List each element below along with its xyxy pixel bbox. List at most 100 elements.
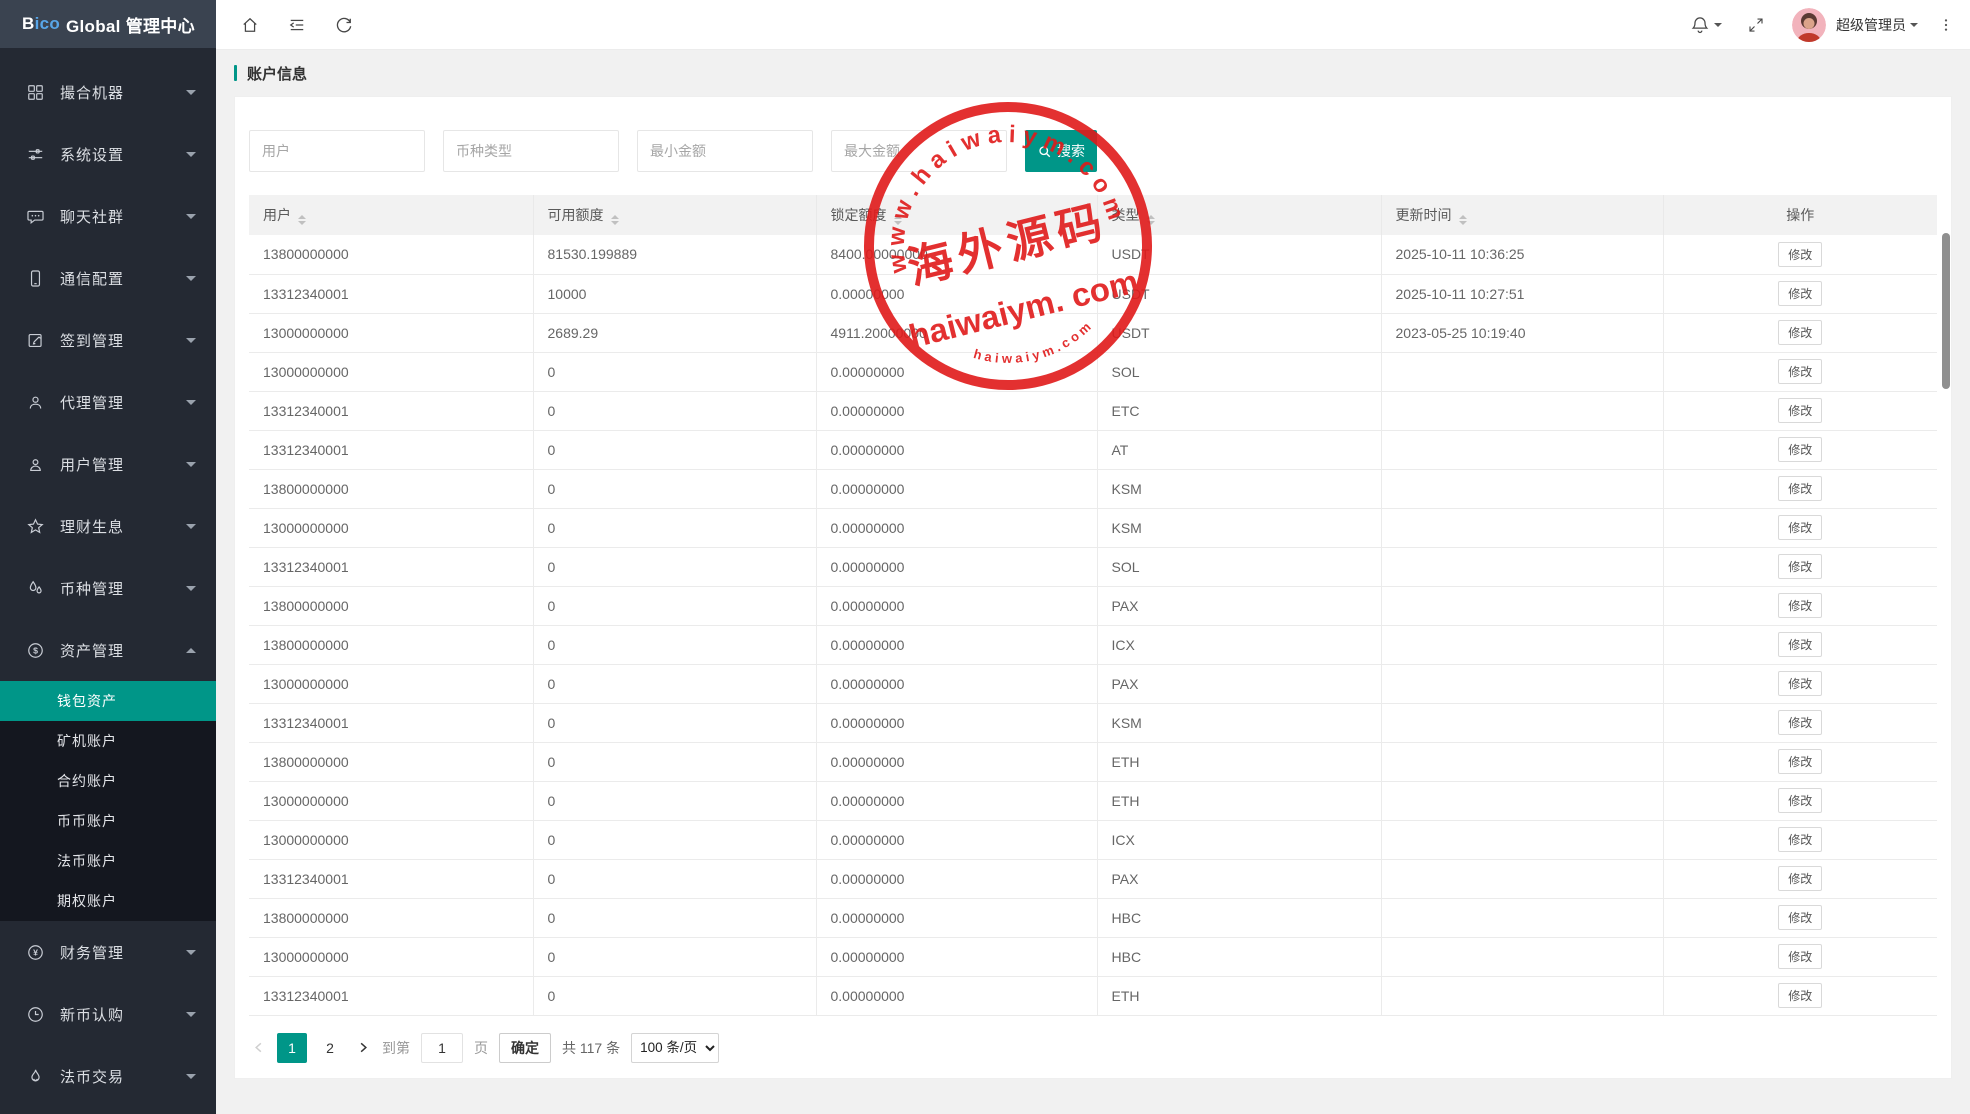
edit-button[interactable]: 修改 <box>1778 281 1822 306</box>
sidebar-item-chat[interactable]: 聊天社群 <box>0 185 216 247</box>
prev-page-icon[interactable] <box>251 1040 266 1055</box>
search-icon <box>1037 144 1052 159</box>
chevron-down-icon <box>186 214 196 219</box>
sort-icon[interactable] <box>1459 215 1467 225</box>
sidebar-item-star[interactable]: 理财生息 <box>0 495 216 557</box>
edit-button[interactable]: 修改 <box>1778 593 1822 618</box>
avatar[interactable] <box>1792 8 1826 42</box>
column-header[interactable]: 用户 <box>249 195 533 235</box>
fullscreen-icon[interactable] <box>1746 15 1766 35</box>
user-menu[interactable]: 超级管理员 <box>1836 15 1918 35</box>
edit-button[interactable]: 修改 <box>1778 671 1822 696</box>
edit-button[interactable]: 修改 <box>1778 710 1822 735</box>
edit-button[interactable]: 修改 <box>1778 515 1822 540</box>
refresh-icon[interactable] <box>334 15 354 35</box>
notifications-button[interactable] <box>1690 15 1722 35</box>
cell-type: HBC <box>1097 937 1381 976</box>
sort-icon[interactable] <box>894 215 902 225</box>
chevron-down-icon <box>186 152 196 157</box>
sort-icon[interactable] <box>298 215 306 225</box>
column-header[interactable]: 更新时间 <box>1381 195 1663 235</box>
sidebar-item-phone[interactable]: 通信配置 <box>0 247 216 309</box>
sidebar-item-yen[interactable]: 财务管理 <box>0 921 216 983</box>
edit-button[interactable]: 修改 <box>1778 242 1822 267</box>
coin-type-filter-input[interactable] <box>443 130 619 172</box>
collapse-menu-icon[interactable] <box>287 15 307 35</box>
cell-user: 13000000000 <box>249 313 533 352</box>
cell-type: AT <box>1097 430 1381 469</box>
sort-icon[interactable] <box>611 215 619 225</box>
sidebar-subitem[interactable]: 法币账户 <box>0 841 216 881</box>
cell-action: 修改 <box>1663 313 1937 352</box>
search-button[interactable]: 搜索 <box>1025 130 1097 172</box>
cell-locked: 0.00000000 <box>816 742 1097 781</box>
user-filter-input[interactable] <box>249 130 425 172</box>
sidebar-item-label: 签到管理 <box>60 330 186 351</box>
column-header[interactable]: 可用额度 <box>533 195 816 235</box>
home-icon[interactable] <box>240 15 260 35</box>
sidebar-item-grid[interactable]: 撮合机器 <box>0 61 216 123</box>
page-button[interactable]: 2 <box>315 1033 345 1063</box>
sort-icon[interactable] <box>1147 215 1155 225</box>
table-row: 1380000000000.00000000HBC修改 <box>249 898 1937 937</box>
cell-action: 修改 <box>1663 352 1937 391</box>
edit-button[interactable]: 修改 <box>1778 788 1822 813</box>
sidebar-subitem[interactable]: 合约账户 <box>0 761 216 801</box>
cell-locked: 0.00000000 <box>816 859 1097 898</box>
page-size-select[interactable]: 100 条/页 <box>631 1033 719 1063</box>
sidebar-item-dollar[interactable]: 资产管理 <box>0 619 216 681</box>
edit-button[interactable]: 修改 <box>1778 944 1822 969</box>
confirm-page-button[interactable]: 确定 <box>499 1033 551 1063</box>
column-header[interactable]: 类型 <box>1097 195 1381 235</box>
cell-available: 0 <box>533 859 816 898</box>
edit-button[interactable]: 修改 <box>1778 905 1822 930</box>
edit-button[interactable]: 修改 <box>1778 359 1822 384</box>
min-amount-filter-input[interactable] <box>637 130 813 172</box>
agent-icon <box>26 393 45 412</box>
sidebar-item-user[interactable]: 用户管理 <box>0 433 216 495</box>
more-options-icon[interactable] <box>1936 15 1956 35</box>
sidebar-item-fire[interactable]: 法币交易 <box>0 1045 216 1107</box>
edit-button[interactable]: 修改 <box>1778 320 1822 345</box>
edit-button[interactable]: 修改 <box>1778 749 1822 774</box>
edit-button[interactable]: 修改 <box>1778 866 1822 891</box>
page-title: 账户信息 <box>216 50 1970 96</box>
sidebar-subitem[interactable]: 钱包资产 <box>0 681 216 721</box>
next-page-icon[interactable] <box>356 1040 371 1055</box>
sidebar-item-label: 新币认购 <box>60 1004 186 1025</box>
edit-button[interactable]: 修改 <box>1778 554 1822 579</box>
cell-user: 13000000000 <box>249 508 533 547</box>
page-button[interactable]: 1 <box>277 1033 307 1063</box>
cell-user: 13000000000 <box>249 820 533 859</box>
cell-updated <box>1381 391 1663 430</box>
sidebar-subitem[interactable]: 期权账户 <box>0 881 216 921</box>
edit-button[interactable]: 修改 <box>1778 983 1822 1008</box>
table-row: 13312340001100000.00000000USDT2025-10-11… <box>249 274 1937 313</box>
sidebar-item-agent[interactable]: 代理管理 <box>0 371 216 433</box>
edit-button[interactable]: 修改 <box>1778 632 1822 657</box>
sidebar-item-drops[interactable]: 币种管理 <box>0 557 216 619</box>
accounts-table: 用户可用额度锁定额度类型更新时间操作 1380000000081530.1998… <box>249 195 1937 1016</box>
edit-button[interactable]: 修改 <box>1778 476 1822 501</box>
sidebar-item-label: 资产管理 <box>60 640 186 661</box>
sidebar-submenu: 钱包资产矿机账户合约账户币币账户法币账户期权账户 <box>0 681 216 921</box>
sidebar-subitem[interactable]: 矿机账户 <box>0 721 216 761</box>
column-header[interactable]: 锁定额度 <box>816 195 1097 235</box>
cell-action: 修改 <box>1663 664 1937 703</box>
cell-action: 修改 <box>1663 235 1937 274</box>
page-number-input[interactable] <box>421 1033 463 1063</box>
table-scrollbar-thumb[interactable] <box>1942 233 1950 389</box>
edit-button[interactable]: 修改 <box>1778 437 1822 462</box>
sidebar-item-clock[interactable]: 新币认购 <box>0 983 216 1045</box>
edit-button[interactable]: 修改 <box>1778 398 1822 423</box>
chevron-down-icon <box>186 950 196 955</box>
edit-button[interactable]: 修改 <box>1778 827 1822 852</box>
cell-locked: 4911.20000000 <box>816 313 1097 352</box>
cell-locked: 0.00000000 <box>816 820 1097 859</box>
cell-locked: 0.00000000 <box>816 430 1097 469</box>
table-row: 1300000000000.00000000ICX修改 <box>249 820 1937 859</box>
sidebar-item-checkin[interactable]: 签到管理 <box>0 309 216 371</box>
sidebar-subitem[interactable]: 币币账户 <box>0 801 216 841</box>
max-amount-filter-input[interactable] <box>831 130 1007 172</box>
sidebar-item-sliders[interactable]: 系统设置 <box>0 123 216 185</box>
